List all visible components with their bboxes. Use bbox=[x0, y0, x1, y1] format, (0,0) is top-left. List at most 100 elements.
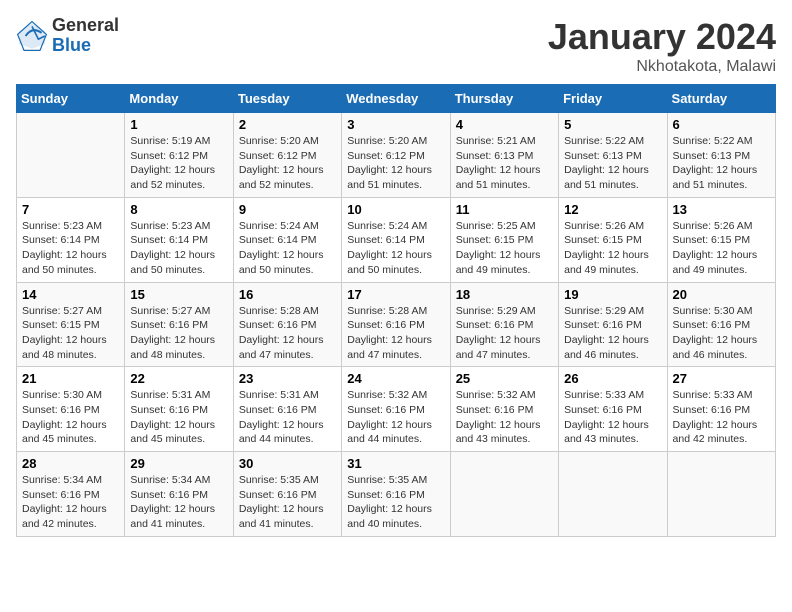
day-number: 28 bbox=[22, 456, 119, 471]
day-info: Sunrise: 5:20 AM Sunset: 6:12 PM Dayligh… bbox=[239, 134, 336, 193]
day-info: Sunrise: 5:31 AM Sunset: 6:16 PM Dayligh… bbox=[239, 388, 336, 447]
calendar-cell bbox=[667, 452, 775, 537]
calendar-cell: 22Sunrise: 5:31 AM Sunset: 6:16 PM Dayli… bbox=[125, 367, 233, 452]
calendar-cell bbox=[450, 452, 558, 537]
calendar-cell: 27 Sunrise: 5:33 AM Sunset: 6:16 PM Dayli… bbox=[667, 367, 775, 452]
calendar-header-row: SundayMondayTuesdayWednesdayThursdayFrid… bbox=[17, 85, 776, 113]
subtitle: Nkhotakota, Malawi bbox=[548, 58, 776, 76]
day-info: Sunrise: 5:19 AM Sunset: 6:12 PM Dayligh… bbox=[130, 134, 227, 193]
column-header-thursday: Thursday bbox=[450, 85, 558, 113]
logo: General Blue bbox=[16, 16, 119, 56]
calendar-cell bbox=[17, 113, 125, 198]
calendar-cell: 24Sunrise: 5:32 AM Sunset: 6:16 PM Dayli… bbox=[342, 367, 450, 452]
calendar-cell: 6 Sunrise: 5:22 AM Sunset: 6:13 PM Daylig… bbox=[667, 113, 775, 198]
calendar-cell: 18 Sunrise: 5:29 AM Sunset: 6:16 PM Dayli… bbox=[450, 282, 558, 367]
day-info: Sunrise: 5:33 AM Sunset: 6:16 PM Dayligh… bbox=[564, 388, 661, 447]
day-info: Sunrise: 5:34 AM Sunset: 6:16 PM Dayligh… bbox=[130, 473, 227, 532]
title-area: January 2024 Nkhotakota, Malawi bbox=[548, 16, 776, 76]
day-number: 27 bbox=[673, 371, 770, 386]
day-info: Sunrise: 5:24 AM Sunset: 6:14 PM Dayligh… bbox=[239, 219, 336, 278]
day-info: Sunrise: 5:35 AM Sunset: 6:16 PM Dayligh… bbox=[239, 473, 336, 532]
day-info: Sunrise: 5:28 AM Sunset: 6:16 PM Dayligh… bbox=[239, 304, 336, 363]
day-number: 2 bbox=[239, 117, 336, 132]
day-number: 29 bbox=[130, 456, 227, 471]
day-number: 19 bbox=[564, 287, 661, 302]
day-number: 4 bbox=[456, 117, 553, 132]
logo-icon bbox=[16, 20, 48, 52]
day-info: Sunrise: 5:30 AM Sunset: 6:16 PM Dayligh… bbox=[22, 388, 119, 447]
column-header-monday: Monday bbox=[125, 85, 233, 113]
day-number: 9 bbox=[239, 202, 336, 217]
calendar-cell: 31Sunrise: 5:35 AM Sunset: 6:16 PM Dayli… bbox=[342, 452, 450, 537]
calendar-cell bbox=[559, 452, 667, 537]
column-header-tuesday: Tuesday bbox=[233, 85, 341, 113]
column-header-wednesday: Wednesday bbox=[342, 85, 450, 113]
calendar-cell: 9 Sunrise: 5:24 AM Sunset: 6:14 PM Daylig… bbox=[233, 197, 341, 282]
calendar-table: SundayMondayTuesdayWednesdayThursdayFrid… bbox=[16, 84, 776, 537]
calendar-cell: 11 Sunrise: 5:25 AM Sunset: 6:15 PM Dayli… bbox=[450, 197, 558, 282]
column-header-sunday: Sunday bbox=[17, 85, 125, 113]
day-info: Sunrise: 5:27 AM Sunset: 6:15 PM Dayligh… bbox=[22, 304, 119, 363]
day-number: 10 bbox=[347, 202, 444, 217]
calendar-cell: 28 Sunrise: 5:34 AM Sunset: 6:16 PM Dayli… bbox=[17, 452, 125, 537]
calendar-cell: 23Sunrise: 5:31 AM Sunset: 6:16 PM Dayli… bbox=[233, 367, 341, 452]
day-info: Sunrise: 5:23 AM Sunset: 6:14 PM Dayligh… bbox=[130, 219, 227, 278]
day-info: Sunrise: 5:26 AM Sunset: 6:15 PM Dayligh… bbox=[564, 219, 661, 278]
day-number: 14 bbox=[22, 287, 119, 302]
main-title: January 2024 bbox=[548, 16, 776, 58]
day-number: 13 bbox=[673, 202, 770, 217]
day-number: 7 bbox=[22, 202, 119, 217]
day-number: 15 bbox=[130, 287, 227, 302]
day-info: Sunrise: 5:27 AM Sunset: 6:16 PM Dayligh… bbox=[130, 304, 227, 363]
logo-blue-text: Blue bbox=[52, 36, 119, 56]
day-number: 8 bbox=[130, 202, 227, 217]
day-number: 25 bbox=[456, 371, 553, 386]
calendar-cell: 29 Sunrise: 5:34 AM Sunset: 6:16 PM Dayli… bbox=[125, 452, 233, 537]
calendar-cell: 30Sunrise: 5:35 AM Sunset: 6:16 PM Dayli… bbox=[233, 452, 341, 537]
calendar-cell: 1 Sunrise: 5:19 AM Sunset: 6:12 PM Daylig… bbox=[125, 113, 233, 198]
calendar-cell: 2 Sunrise: 5:20 AM Sunset: 6:12 PM Daylig… bbox=[233, 113, 341, 198]
calendar-cell: 17Sunrise: 5:28 AM Sunset: 6:16 PM Dayli… bbox=[342, 282, 450, 367]
day-number: 11 bbox=[456, 202, 553, 217]
day-number: 26 bbox=[564, 371, 661, 386]
logo-text: General Blue bbox=[52, 16, 119, 56]
column-header-friday: Friday bbox=[559, 85, 667, 113]
day-info: Sunrise: 5:34 AM Sunset: 6:16 PM Dayligh… bbox=[22, 473, 119, 532]
day-info: Sunrise: 5:33 AM Sunset: 6:16 PM Dayligh… bbox=[673, 388, 770, 447]
calendar-week-row: 14 Sunrise: 5:27 AM Sunset: 6:15 PM Dayli… bbox=[17, 282, 776, 367]
calendar-cell: 21 Sunrise: 5:30 AM Sunset: 6:16 PM Dayli… bbox=[17, 367, 125, 452]
calendar-cell: 10 Sunrise: 5:24 AM Sunset: 6:14 PM Dayli… bbox=[342, 197, 450, 282]
logo-general-text: General bbox=[52, 16, 119, 36]
calendar-cell: 13Sunrise: 5:26 AM Sunset: 6:15 PM Dayli… bbox=[667, 197, 775, 282]
day-info: Sunrise: 5:32 AM Sunset: 6:16 PM Dayligh… bbox=[456, 388, 553, 447]
calendar-cell: 5Sunrise: 5:22 AM Sunset: 6:13 PM Daylig… bbox=[559, 113, 667, 198]
day-info: Sunrise: 5:22 AM Sunset: 6:13 PM Dayligh… bbox=[673, 134, 770, 193]
calendar-cell: 3Sunrise: 5:20 AM Sunset: 6:12 PM Daylig… bbox=[342, 113, 450, 198]
calendar-cell: 16 Sunrise: 5:28 AM Sunset: 6:16 PM Dayli… bbox=[233, 282, 341, 367]
column-header-saturday: Saturday bbox=[667, 85, 775, 113]
calendar-cell: 7Sunrise: 5:23 AM Sunset: 6:14 PM Daylig… bbox=[17, 197, 125, 282]
day-number: 1 bbox=[130, 117, 227, 132]
day-info: Sunrise: 5:22 AM Sunset: 6:13 PM Dayligh… bbox=[564, 134, 661, 193]
calendar-cell: 4Sunrise: 5:21 AM Sunset: 6:13 PM Daylig… bbox=[450, 113, 558, 198]
day-number: 20 bbox=[673, 287, 770, 302]
day-info: Sunrise: 5:29 AM Sunset: 6:16 PM Dayligh… bbox=[456, 304, 553, 363]
day-number: 22 bbox=[130, 371, 227, 386]
day-number: 16 bbox=[239, 287, 336, 302]
calendar-cell: 26 Sunrise: 5:33 AM Sunset: 6:16 PM Dayli… bbox=[559, 367, 667, 452]
day-number: 17 bbox=[347, 287, 444, 302]
calendar-week-row: 28 Sunrise: 5:34 AM Sunset: 6:16 PM Dayli… bbox=[17, 452, 776, 537]
calendar-week-row: 21 Sunrise: 5:30 AM Sunset: 6:16 PM Dayli… bbox=[17, 367, 776, 452]
day-number: 24 bbox=[347, 371, 444, 386]
day-number: 12 bbox=[564, 202, 661, 217]
day-number: 31 bbox=[347, 456, 444, 471]
day-info: Sunrise: 5:24 AM Sunset: 6:14 PM Dayligh… bbox=[347, 219, 444, 278]
day-info: Sunrise: 5:30 AM Sunset: 6:16 PM Dayligh… bbox=[673, 304, 770, 363]
day-info: Sunrise: 5:25 AM Sunset: 6:15 PM Dayligh… bbox=[456, 219, 553, 278]
day-number: 18 bbox=[456, 287, 553, 302]
day-number: 21 bbox=[22, 371, 119, 386]
calendar-cell: 15 Sunrise: 5:27 AM Sunset: 6:16 PM Dayli… bbox=[125, 282, 233, 367]
day-number: 6 bbox=[673, 117, 770, 132]
calendar-cell: 8 Sunrise: 5:23 AM Sunset: 6:14 PM Daylig… bbox=[125, 197, 233, 282]
day-number: 3 bbox=[347, 117, 444, 132]
